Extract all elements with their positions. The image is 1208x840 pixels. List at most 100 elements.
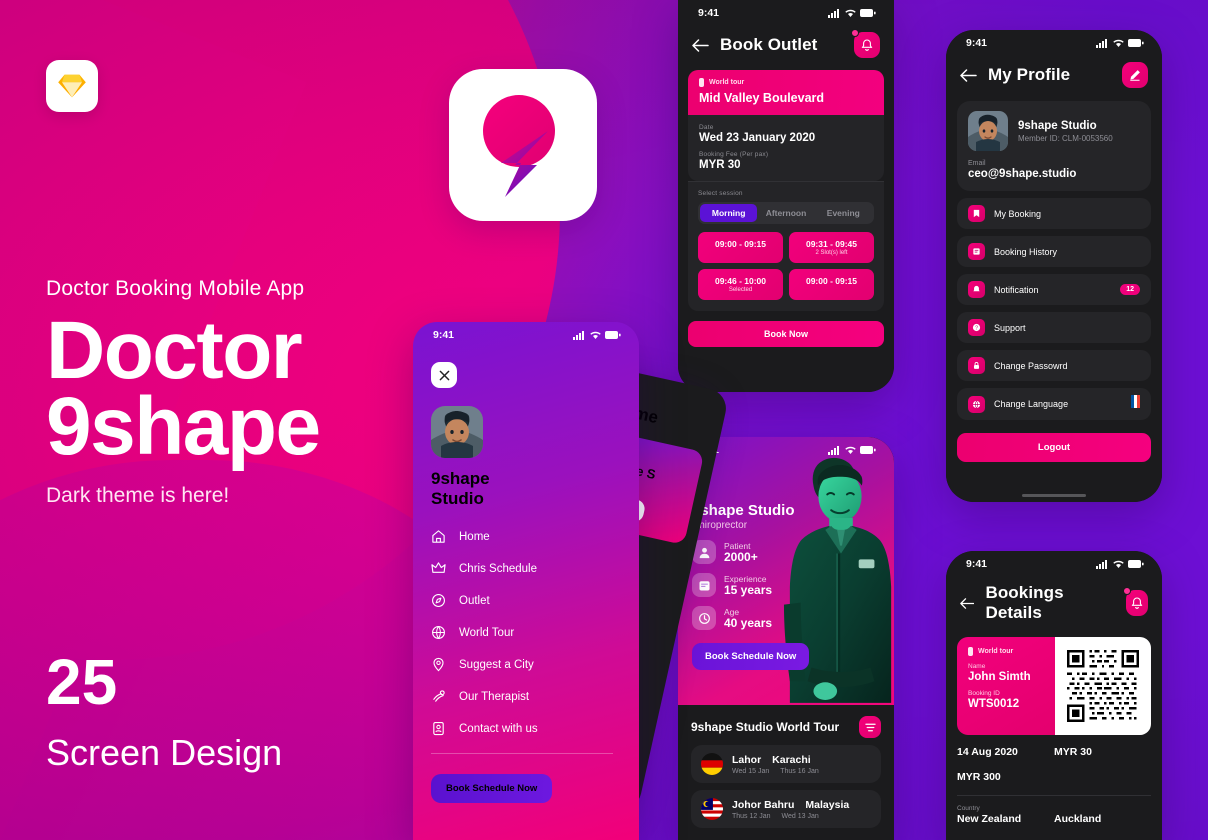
segment-afternoon[interactable]: Afternoon xyxy=(757,204,814,222)
menu-item-my-booking[interactable]: My Booking xyxy=(957,198,1151,229)
signal-icon xyxy=(573,330,584,340)
menu-label: Support xyxy=(994,322,1026,333)
back-arrow-icon[interactable] xyxy=(960,597,975,610)
menu-item-booking-history[interactable]: Booking History xyxy=(957,236,1151,267)
menu-item-notification[interactable]: Notification 12 xyxy=(957,274,1151,305)
book-outlet-navbar: Book Outlet xyxy=(678,26,894,62)
status-bar: 9:41 xyxy=(946,30,1162,56)
pin-icon xyxy=(433,657,444,672)
filter-icon[interactable] xyxy=(859,716,881,738)
session-segmented-control[interactable]: Morning Afternoon Evening xyxy=(698,202,874,224)
booking-total: MYR 300 xyxy=(957,771,1001,783)
field-value: Wed 23 January 2020 xyxy=(699,132,816,144)
booking-id-label: Booking ID xyxy=(968,690,1000,697)
tour-cities: Lahor Karachi xyxy=(732,754,819,766)
stat-value: 15 years xyxy=(724,582,773,597)
tour-list-item[interactable]: Lahor Karachi Wed 15 Jan Thus 16 Jan xyxy=(691,745,881,783)
status-bar: 9:41 xyxy=(678,0,894,26)
menu-item-support[interactable]: ? Support xyxy=(957,312,1151,343)
slot-time: 09:00 - 09:15 xyxy=(805,276,858,286)
bookings-navbar: Bookings Details xyxy=(946,577,1162,627)
doctor-name: 9shape Studio xyxy=(692,502,795,519)
avatar xyxy=(431,406,483,458)
segment-morning[interactable]: Morning xyxy=(700,204,758,222)
bell-icon[interactable] xyxy=(851,29,880,58)
tour-to-date: Wed 13 Jan xyxy=(781,812,819,820)
wifi-icon xyxy=(1113,560,1124,568)
status-icons xyxy=(573,330,621,340)
battery-icon xyxy=(605,331,621,339)
age-icon xyxy=(692,606,716,630)
sidebar-item-our-therapist[interactable]: Our Therapist xyxy=(431,689,639,704)
profile-title: My Profile xyxy=(988,65,1071,84)
menu-item-change-language[interactable]: Change Language xyxy=(957,388,1151,420)
poster-text-block: Doctor Booking Mobile App Doctor 9shape … xyxy=(46,60,466,773)
svg-text:?: ? xyxy=(975,325,978,331)
wifi-icon xyxy=(845,446,856,454)
booking-tag-label: World tour xyxy=(978,648,1014,655)
book-now-button[interactable]: Book Now xyxy=(688,321,884,347)
time-slot[interactable]: 09:00 - 09:15 xyxy=(789,269,874,300)
menu-item-change-password[interactable]: Change Passowrd xyxy=(957,350,1151,381)
battery-icon xyxy=(1128,560,1144,568)
side-menu-user-name: 9shape Studio xyxy=(431,469,639,509)
time-slot[interactable]: 09:46 - 10:00 Selected xyxy=(698,269,783,300)
sidebar-item-suggest-a-city[interactable]: Suggest a City xyxy=(431,657,639,672)
world-tour-header: 9shape Studio World Tour xyxy=(678,705,894,745)
bookings-screen: 9:41 Bookings Details World tour Name Jo… xyxy=(946,551,1162,840)
slot-note: 2 Slot(s) left xyxy=(815,250,848,256)
notification-dot xyxy=(1122,587,1131,595)
close-icon[interactable] xyxy=(431,362,457,388)
sidebar-item-label: World Tour xyxy=(459,626,515,639)
tag-pill-icon xyxy=(968,647,973,656)
sidebar-item-outlet[interactable]: Outlet xyxy=(431,593,639,608)
sidebar-item-world-tour[interactable]: World Tour xyxy=(431,625,639,640)
notification-icon xyxy=(968,281,985,298)
page-title: Doctor 9shape xyxy=(46,310,466,468)
sidebar-item-chris-schedule[interactable]: Chris Schedule xyxy=(431,561,639,576)
sidebar-item-label: Outlet xyxy=(459,594,490,607)
signal-icon xyxy=(828,8,839,18)
back-arrow-icon[interactable] xyxy=(692,38,709,52)
edit-pencil-icon[interactable] xyxy=(1122,62,1148,88)
book-schedule-now-button[interactable]: Book Schedule Now xyxy=(431,774,553,804)
malaysia-flag xyxy=(701,798,723,820)
time-slot[interactable]: 09:31 - 09:45 2 Slot(s) left xyxy=(789,232,874,263)
sidebar-item-label: Home xyxy=(459,530,490,543)
segment-evening[interactable]: Evening xyxy=(815,204,872,222)
qr-code xyxy=(1055,637,1151,735)
book-schedule-now-button[interactable]: Book Schedule Now xyxy=(692,643,810,670)
status-icons xyxy=(1096,559,1144,569)
divider xyxy=(957,795,1151,796)
slot-time: 09:31 - 09:45 xyxy=(805,239,858,249)
time-slot[interactable]: 09:00 - 09:15 xyxy=(698,232,783,263)
ticket-field-date: Date Wed 23 January 2020 xyxy=(699,124,873,144)
therapist-icon xyxy=(433,690,445,702)
signal-icon xyxy=(828,445,839,455)
sidebar-item-contact-with-us[interactable]: Contact with us xyxy=(431,721,639,736)
status-time: 9:41 xyxy=(966,558,988,570)
crown-icon xyxy=(431,562,446,573)
sidebar-item-home[interactable]: Home xyxy=(431,529,639,544)
booking-summary-row: 14 Aug 2020 MYR 30 xyxy=(957,746,1151,758)
tour-from-date: Wed 15 Jan xyxy=(732,767,770,775)
profile-card: 9shape Studio Member ID: CLM-0053560 Ema… xyxy=(957,101,1151,191)
field-label: Date xyxy=(699,124,714,131)
user-name-line-1: 9shape xyxy=(431,469,490,488)
sidebar-item-label: Our Therapist xyxy=(459,690,530,703)
session-selector: Select session Morning Afternoon Evening… xyxy=(688,181,884,311)
contact-icon xyxy=(433,722,444,736)
booking-summary: 14 Aug 2020 MYR 30 MYR 300 xyxy=(957,746,1151,783)
logout-button[interactable]: Logout xyxy=(957,433,1151,462)
bell-icon[interactable] xyxy=(1122,587,1148,616)
tour-list-item[interactable]: Johor Bahru Malaysia Thus 12 Jan Wed 13 … xyxy=(691,790,881,828)
globe-icon xyxy=(432,626,445,640)
signal-icon xyxy=(1096,38,1107,48)
back-arrow-icon[interactable] xyxy=(960,68,977,82)
profile-member-id: Member ID: CLM-0053560 xyxy=(1018,133,1113,143)
screen-count: 25 xyxy=(46,646,118,718)
tag-pill-icon xyxy=(699,78,704,87)
sidebar-item-label: Suggest a City xyxy=(459,658,534,671)
ticket-title: Mid Valley Boulevard xyxy=(699,91,825,105)
phone-side-menu: 9:41 9shape Studio Home Chris Schedule O… xyxy=(413,322,639,840)
